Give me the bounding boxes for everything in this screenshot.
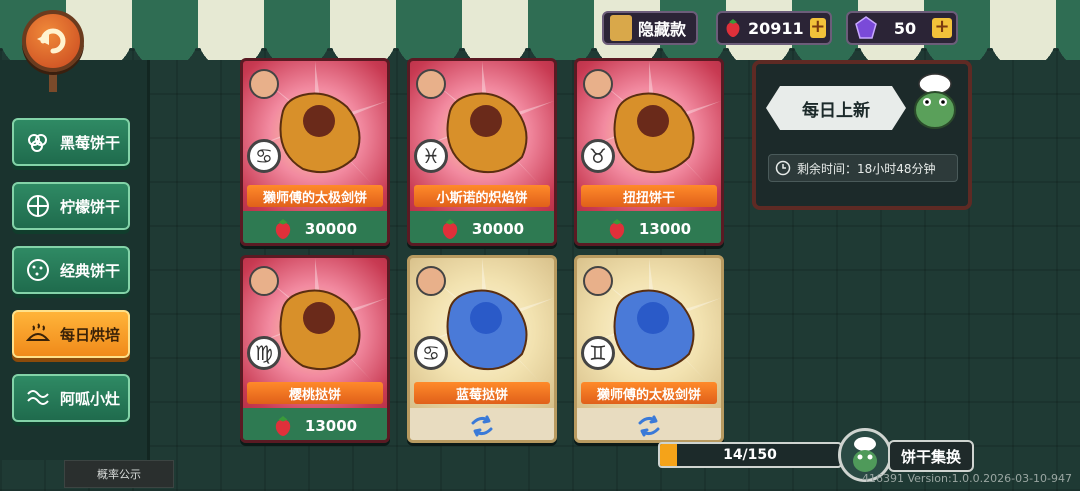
cookie-exchange-label: 饼干集换 (900, 447, 961, 466)
gem-currency: 50 + (846, 11, 958, 45)
collection-progress: 14/150 (658, 442, 842, 468)
cookie-price (577, 408, 721, 440)
strawberry-amount: 20911 (747, 18, 804, 38)
cookie-name: 樱桃挞饼 (247, 382, 383, 404)
cookie-price (410, 408, 554, 440)
cookie-name: 蓝莓挞饼 (414, 382, 550, 404)
zodiac-icon: ♉ (581, 139, 615, 173)
cookie-card[interactable]: ♋ 蓝莓挞饼 (407, 255, 557, 443)
strawberry-icon (275, 416, 291, 436)
strawberry-icon (726, 19, 740, 37)
strawberry-icon (609, 219, 625, 239)
cookie-card[interactable]: ♍ 樱桃挞饼 13000 (240, 255, 390, 443)
exchange-icon (471, 415, 493, 437)
cookie-exchange-button[interactable]: 饼干集换 (888, 440, 974, 472)
sidebar-item-frog-kitchen[interactable]: 阿呱小灶 (12, 374, 130, 422)
cookie-card[interactable]: ♋ 獭师傅的太极剑饼 30000 (240, 58, 390, 246)
daily-new-panel: 每日上新 剩余时间：18小时48分钟 (752, 60, 972, 210)
cookie-name: 獭师傅的太极剑饼 (581, 382, 717, 404)
gem-icon (855, 16, 877, 39)
clock-icon (775, 160, 791, 176)
gem-amount: 50 (893, 18, 917, 38)
zodiac-icon: ♊ (581, 336, 615, 370)
sidebar-item-daily-bake[interactable]: 每日烘培 (12, 310, 130, 358)
sidebar-item-blackberry[interactable]: 黑莓饼干 (12, 118, 130, 166)
cookie-name: 獭师傅的太极剑饼 (247, 185, 383, 207)
daily-title: 每日上新 (766, 86, 906, 130)
probability-button[interactable]: 概率公示 (64, 460, 174, 488)
timer-box: 剩余时间：18小时48分钟 (768, 154, 958, 182)
price-value: 30000 (304, 220, 358, 238)
character-avatar (583, 266, 613, 296)
sidebar-item-label: 每日烘培 (60, 325, 121, 344)
zodiac-icon: ♋ (414, 336, 448, 370)
character-avatar (249, 69, 279, 99)
card-icon (610, 15, 632, 41)
zodiac-icon: ♋ (247, 139, 281, 173)
cookie-name: 扭扭饼干 (581, 185, 717, 207)
hidden-style-button[interactable]: 隐藏款 (602, 11, 698, 45)
chef-icon (853, 437, 877, 472)
sidebar-item-label: 柠檬饼干 (60, 197, 121, 216)
sidebar-item-lemon[interactable]: 柠檬饼干 (12, 182, 130, 230)
blackberry-icon (22, 126, 54, 158)
cookie-price: 13000 (577, 211, 721, 243)
character-avatar (416, 69, 446, 99)
strawberry-icon (442, 219, 458, 239)
frog-chef-icon (906, 72, 964, 136)
character-avatar (249, 266, 279, 296)
cookie-card[interactable]: ♓ 小斯诺的炽焰饼 30000 (407, 58, 557, 246)
add-gem-button[interactable]: + (932, 18, 952, 38)
cookie-price: 13000 (243, 408, 387, 440)
hidden-style-label: 隐藏款 (638, 20, 687, 39)
sidebar-item-classic[interactable]: 经典饼干 (12, 246, 130, 294)
probability-label: 概率公示 (97, 468, 141, 481)
exchange-icon (638, 415, 660, 437)
price-value: 13000 (638, 220, 692, 238)
sidebar-item-label: 黑莓饼干 (60, 133, 121, 152)
progress-text: 14/150 (723, 447, 777, 463)
sidebar-item-label: 经典饼干 (60, 261, 121, 280)
zodiac-icon: ♓ (414, 139, 448, 173)
strawberry-currency: 20911 + (716, 11, 832, 45)
zodiac-icon: ♍ (247, 336, 281, 370)
cookie-card[interactable]: ♊ 獭师傅的太极剑饼 (574, 255, 724, 443)
cookie-name: 小斯诺的炽焰饼 (414, 185, 550, 207)
wave-icon (22, 382, 54, 414)
cookie-icon (22, 254, 54, 286)
strawberry-icon (275, 219, 291, 239)
bread-steam-icon (22, 318, 54, 350)
back-arrow-icon (37, 28, 66, 54)
back-button[interactable] (22, 10, 84, 72)
price-value: 13000 (304, 417, 358, 435)
lemon-icon (22, 190, 54, 222)
sidebar-item-label: 阿呱小灶 (60, 389, 121, 408)
cookie-price: 30000 (410, 211, 554, 243)
add-strawberry-button[interactable]: + (809, 18, 826, 38)
timer-text: 剩余时间：18小时48分钟 (797, 161, 936, 176)
cookie-card[interactable]: ♉ 扭扭饼干 13000 (574, 58, 724, 246)
cookie-price: 30000 (243, 211, 387, 243)
version-text: 416391 Version:1.0.0.2026-03-10-947 (862, 472, 1073, 485)
price-value: 30000 (471, 220, 525, 238)
character-avatar (583, 69, 613, 99)
character-avatar (416, 266, 446, 296)
